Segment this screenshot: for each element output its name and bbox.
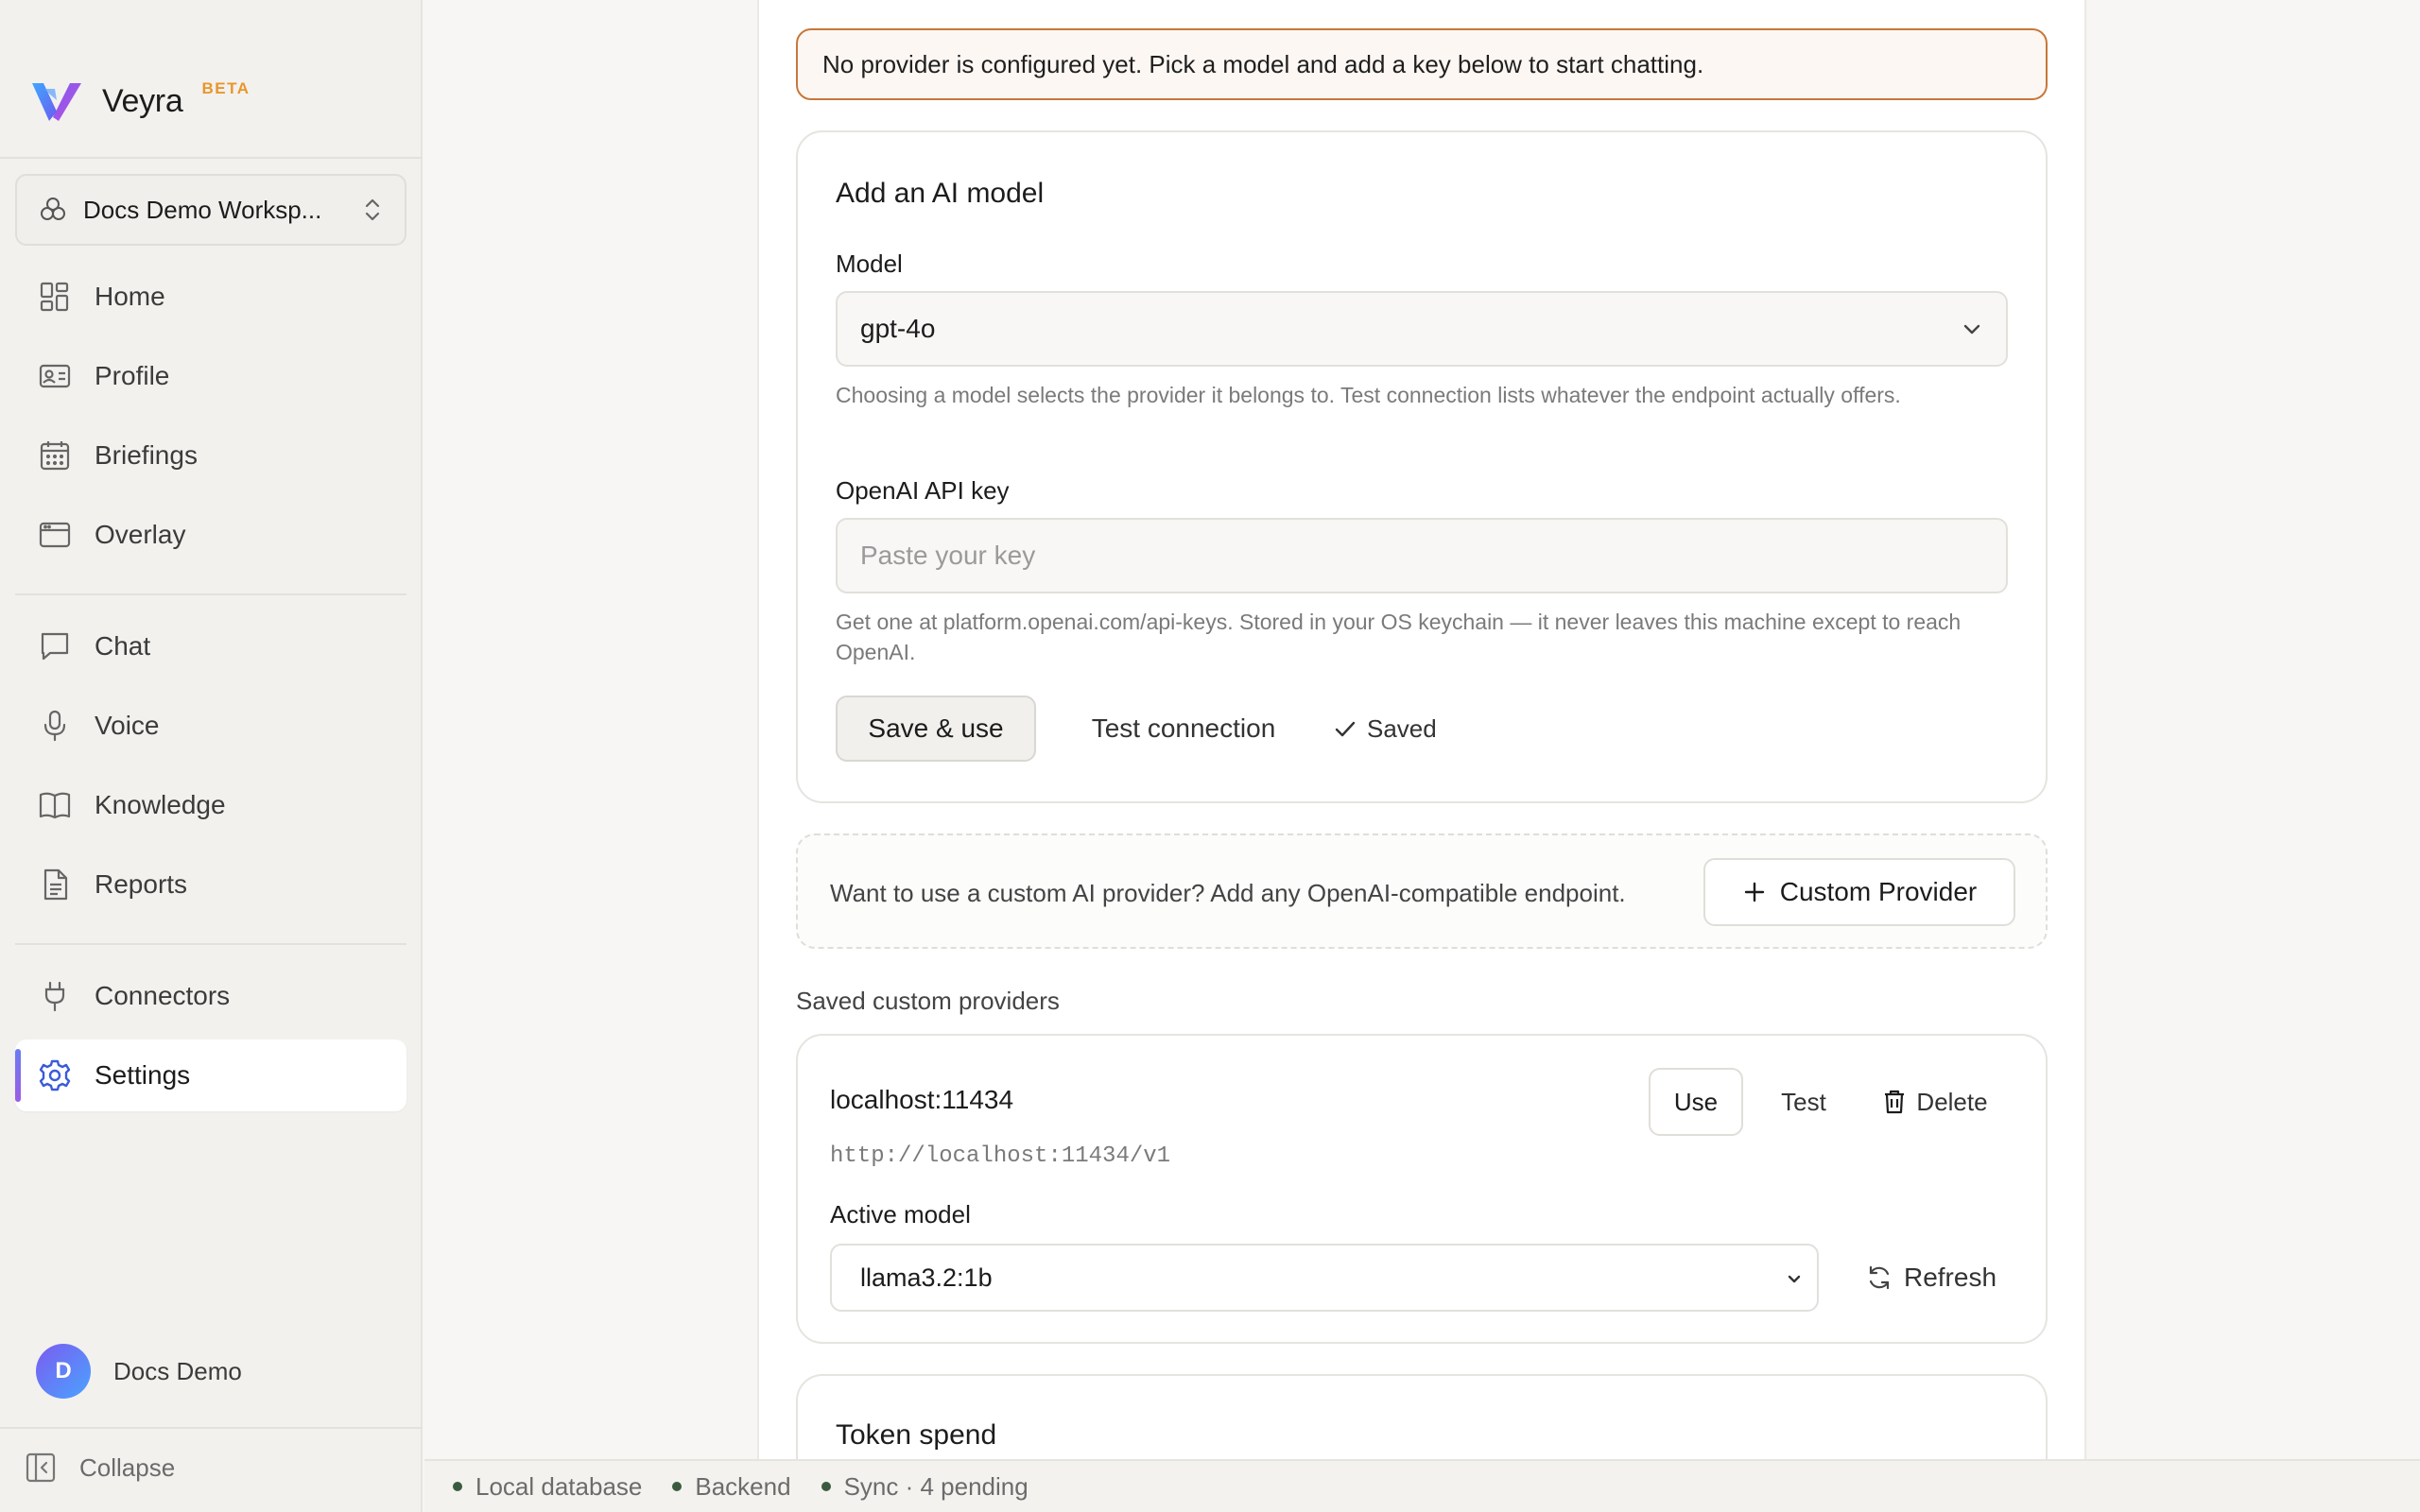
sidebar-item-overlay[interactable]: Overlay [15, 499, 406, 571]
status-label: Local database [475, 1471, 643, 1501]
refresh-icon [1869, 1265, 1890, 1290]
trash-icon [1885, 1090, 1905, 1114]
model-label: Model [836, 249, 903, 278]
sidebar-collapse-icon [26, 1452, 56, 1483]
active-model-select[interactable]: llama3.2:1b [830, 1244, 1819, 1312]
sidebar-item-label: Overlay [95, 520, 186, 549]
sidebar-item-briefings[interactable]: Briefings [15, 420, 406, 491]
sidebar-item-label: Connectors [95, 981, 231, 1010]
add-model-card: Add an AI model Model gpt-4o Choosing a … [796, 130, 2048, 803]
custom-provider-button-label: Custom Provider [1779, 877, 1978, 906]
status-label: Sync · 4 pending [843, 1471, 1028, 1501]
calendar-icon [40, 441, 70, 471]
book-icon [39, 792, 71, 819]
collapse-label: Collapse [79, 1452, 176, 1482]
model-help-text: Choosing a model selects the provider it… [836, 383, 1901, 407]
avatar: D [36, 1344, 91, 1399]
status-local-database: Local database [453, 1472, 642, 1502]
test-provider-button[interactable]: Test [1758, 1068, 1849, 1136]
veyra-logo-icon [32, 83, 81, 121]
status-sync: Sync · 4 pending [821, 1472, 1028, 1502]
document-icon [43, 868, 68, 901]
collapse-button[interactable]: Collapse [25, 1452, 175, 1484]
provider-url: http://localhost:11434/v1 [830, 1143, 1171, 1169]
workspace-icon [41, 198, 65, 220]
plus-icon [1744, 882, 1764, 902]
sidebar-item-label: Reports [95, 869, 188, 899]
sidebar-divider [15, 593, 406, 595]
sidebar-item-label: Knowledge [95, 790, 226, 819]
sidebar-item-chat[interactable]: Chat [15, 610, 406, 682]
user-name: Docs Demo [113, 1356, 242, 1385]
chat-icon [41, 632, 69, 661]
alert-text: No provider is configured yet. Pick a mo… [822, 49, 1704, 78]
sidebar-divider [0, 1427, 423, 1429]
api-key-label: OpenAI API key [836, 476, 1010, 505]
user-menu[interactable]: D Docs Demo [36, 1344, 242, 1399]
model-select-value: gpt-4o [860, 314, 936, 343]
id-card-icon [39, 364, 71, 388]
refresh-models-button[interactable]: Refresh [1851, 1244, 2012, 1312]
status-bar: Local database Backend Sync · 4 pending [424, 1459, 2420, 1512]
sidebar-item-label: Briefings [95, 440, 198, 470]
sidebar-item-voice[interactable]: Voice [15, 690, 406, 762]
delete-label: Delete [1916, 1087, 1988, 1116]
sidebar-item-label: Profile [95, 361, 170, 390]
provider-name: localhost:11434 [830, 1085, 1014, 1114]
workspace-switcher[interactable]: Docs Demo Worksp... [15, 174, 406, 246]
gear-icon [39, 1059, 71, 1091]
sidebar-divider [0, 157, 423, 159]
use-provider-button[interactable]: Use [1649, 1068, 1743, 1136]
sidebar-item-connectors[interactable]: Connectors [15, 960, 406, 1032]
chevron-up-down-icon [365, 198, 380, 221]
sidebar: Veyra BETA Docs Demo Worksp... Home Prof… [0, 0, 423, 1512]
sidebar-item-label: Voice [95, 711, 160, 740]
sidebar-item-reports[interactable]: Reports [15, 849, 406, 920]
microphone-icon [43, 710, 66, 742]
app-name: Veyra [102, 82, 183, 119]
saved-status: Saved [1333, 714, 1437, 744]
chevron-down-icon [1788, 1275, 1801, 1283]
status-backend: Backend [672, 1471, 791, 1502]
save-and-use-button[interactable]: Save & use [836, 696, 1036, 762]
saved-provider-card: localhost:11434 Use Test Delete http://l… [796, 1034, 2048, 1344]
sidebar-item-knowledge[interactable]: Knowledge [15, 769, 406, 841]
sidebar-item-home[interactable]: Home [15, 261, 406, 333]
workspace-name: Docs Demo Worksp... [83, 195, 322, 224]
api-key-help-text: Get one at platform.openai.com/api-keys.… [836, 610, 1962, 664]
add-custom-provider-button[interactable]: Custom Provider [1703, 858, 2015, 926]
beta-badge: BETA [201, 79, 251, 97]
token-spend-title: Token spend [836, 1419, 997, 1451]
status-dot [672, 1482, 683, 1491]
sidebar-item-label: Home [95, 282, 165, 311]
status-label: Backend [695, 1471, 791, 1501]
delete-provider-button[interactable]: Delete [1864, 1068, 2006, 1136]
custom-provider-prompt: Want to use a custom AI provider? Add an… [796, 833, 2048, 949]
refresh-label: Refresh [1903, 1263, 1997, 1292]
custom-provider-text: Want to use a custom AI provider? Add an… [830, 879, 1626, 907]
no-provider-alert: No provider is configured yet. Pick a mo… [796, 28, 2048, 100]
api-key-input[interactable] [836, 518, 2008, 593]
brand[interactable]: Veyra BETA [30, 79, 250, 123]
sidebar-item-label: Settings [95, 1060, 191, 1090]
sidebar-item-label: Chat [95, 631, 151, 661]
test-connection-button[interactable]: Test connection [1063, 696, 1305, 762]
sidebar-item-profile[interactable]: Profile [15, 340, 406, 412]
plug-icon [44, 981, 65, 1012]
saved-providers-heading: Saved custom providers [796, 987, 1060, 1015]
saved-label: Saved [1367, 714, 1437, 743]
window-icon [39, 522, 71, 548]
sidebar-divider [15, 943, 406, 945]
status-dot [453, 1482, 462, 1491]
status-dot [821, 1482, 831, 1491]
active-model-value: llama3.2:1b [860, 1263, 993, 1292]
active-model-label: Active model [830, 1200, 971, 1228]
model-select[interactable]: gpt-4o [836, 291, 2008, 367]
sidebar-item-settings[interactable]: Settings [15, 1040, 406, 1111]
check-icon [1335, 721, 1356, 736]
chevron-down-icon [1963, 324, 1980, 335]
dashboard-icon [40, 282, 69, 312]
add-model-title: Add an AI model [836, 178, 1045, 209]
